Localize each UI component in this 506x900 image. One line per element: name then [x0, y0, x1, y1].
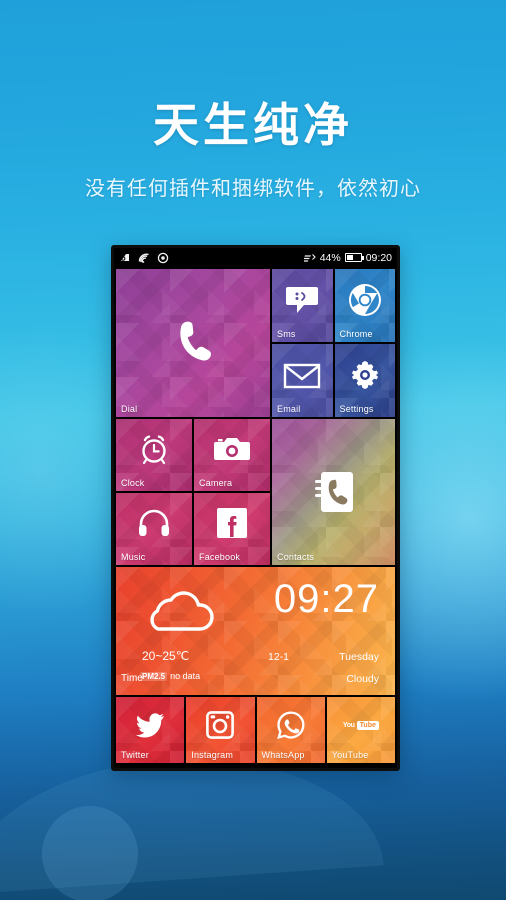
status-bar: 44% 09:20 [114, 248, 397, 267]
battery-percent-label: 44% [319, 251, 341, 264]
tile-label-twitter: Twitter [121, 750, 149, 760]
tile-subrow-3: Clock Camera [116, 419, 270, 491]
tile-label-youtube: YouTube [331, 750, 369, 760]
weather-temperature: 20~25℃ [142, 649, 190, 663]
tile-whatsapp[interactable]: WhatsApp [256, 697, 325, 763]
tile-row-top: Dial Sms Chrome Email Settings [116, 269, 395, 417]
tile-label-chrome: Chrome [339, 329, 373, 339]
tile-label-whatsapp: WhatsApp [261, 750, 305, 760]
tile-music[interactable]: Music [116, 493, 192, 565]
tile-settings[interactable]: Settings [334, 344, 395, 417]
weather-condition: Cloudy [346, 673, 379, 685]
tile-email[interactable]: Email [272, 344, 333, 417]
tile-label-camera: Camera [199, 478, 233, 488]
tile-label-instagram: Instagram [191, 750, 234, 760]
pm25-value: no data [170, 671, 201, 681]
tile-contacts[interactable]: Contacts [272, 419, 395, 565]
page-title: 天生纯净 [153, 99, 353, 151]
tile-subrow-2: Email Settings [272, 344, 395, 417]
tile-sms[interactable]: Sms [272, 269, 333, 342]
tile-twitter[interactable]: Twitter [116, 697, 185, 763]
tile-label-sms: Sms [277, 329, 296, 339]
tile-label-facebook: Facebook [199, 552, 241, 562]
tile-instagram[interactable]: Instagram [186, 697, 255, 763]
tile-label-clock: Clock [121, 478, 145, 488]
tile-column-left: Clock Camera Music Facebook [116, 419, 270, 565]
phone-icon [116, 269, 270, 417]
battery-icon [344, 253, 364, 262]
tile-chrome[interactable]: Chrome [334, 269, 395, 342]
tile-column-right: Sms Chrome Email Settings [272, 269, 395, 417]
tile-label-dial: Dial [121, 404, 138, 414]
data-transfer-icon [301, 252, 316, 264]
youtube-tube-box: Tube [356, 720, 379, 730]
tile-row-social: Twitter Instagram WhatsApp You Tube YouT… [116, 697, 395, 763]
cloud-icon [142, 587, 216, 640]
weather-date: 12-1 [268, 651, 290, 663]
tile-subrow-4: Music Facebook [116, 493, 270, 565]
tile-subrow-1: Sms Chrome [272, 269, 395, 342]
tile-clock[interactable]: Clock [116, 419, 192, 491]
air-quality-indicator: PM2.5 no data [140, 671, 200, 681]
pm25-tag: PM2.5 [140, 671, 168, 681]
tile-label-music: Music [121, 552, 146, 562]
tile-label-email: Email [277, 404, 301, 414]
phone-mockup: 44% 09:20 Dial Sms Chrome Email Settings… [111, 245, 400, 771]
background-circle-decoration [42, 806, 138, 900]
tile-label-settings: Settings [339, 404, 374, 414]
youtube-you-text: You [342, 721, 355, 729]
location-icon [157, 252, 169, 264]
tile-youtube[interactable]: You Tube YouTube [326, 697, 395, 763]
tile-row-middle: Clock Camera Music Facebook Contacts [116, 419, 395, 565]
wifi-icon [138, 252, 150, 264]
status-bar-clock: 09:20 [365, 251, 392, 264]
tile-label-contacts: Contacts [277, 552, 315, 562]
page-subtitle: 没有任何插件和捆绑软件，依然初心 [85, 178, 421, 200]
tile-camera[interactable]: Camera [194, 419, 270, 491]
weather-weekday: Tuesday [339, 651, 379, 663]
tile-dial[interactable]: Dial [116, 269, 270, 417]
home-screen: Dial Sms Chrome Email Settings Clock Cam… [114, 267, 397, 768]
sync-icon [119, 252, 131, 264]
contacts-book-icon [272, 419, 395, 565]
weather-widget[interactable]: 09:27 20~25℃ 12-1 Tuesday Time PM2.5 no … [116, 567, 395, 695]
tile-facebook[interactable]: Facebook [194, 493, 270, 565]
weather-clock: 09:27 [273, 577, 379, 621]
